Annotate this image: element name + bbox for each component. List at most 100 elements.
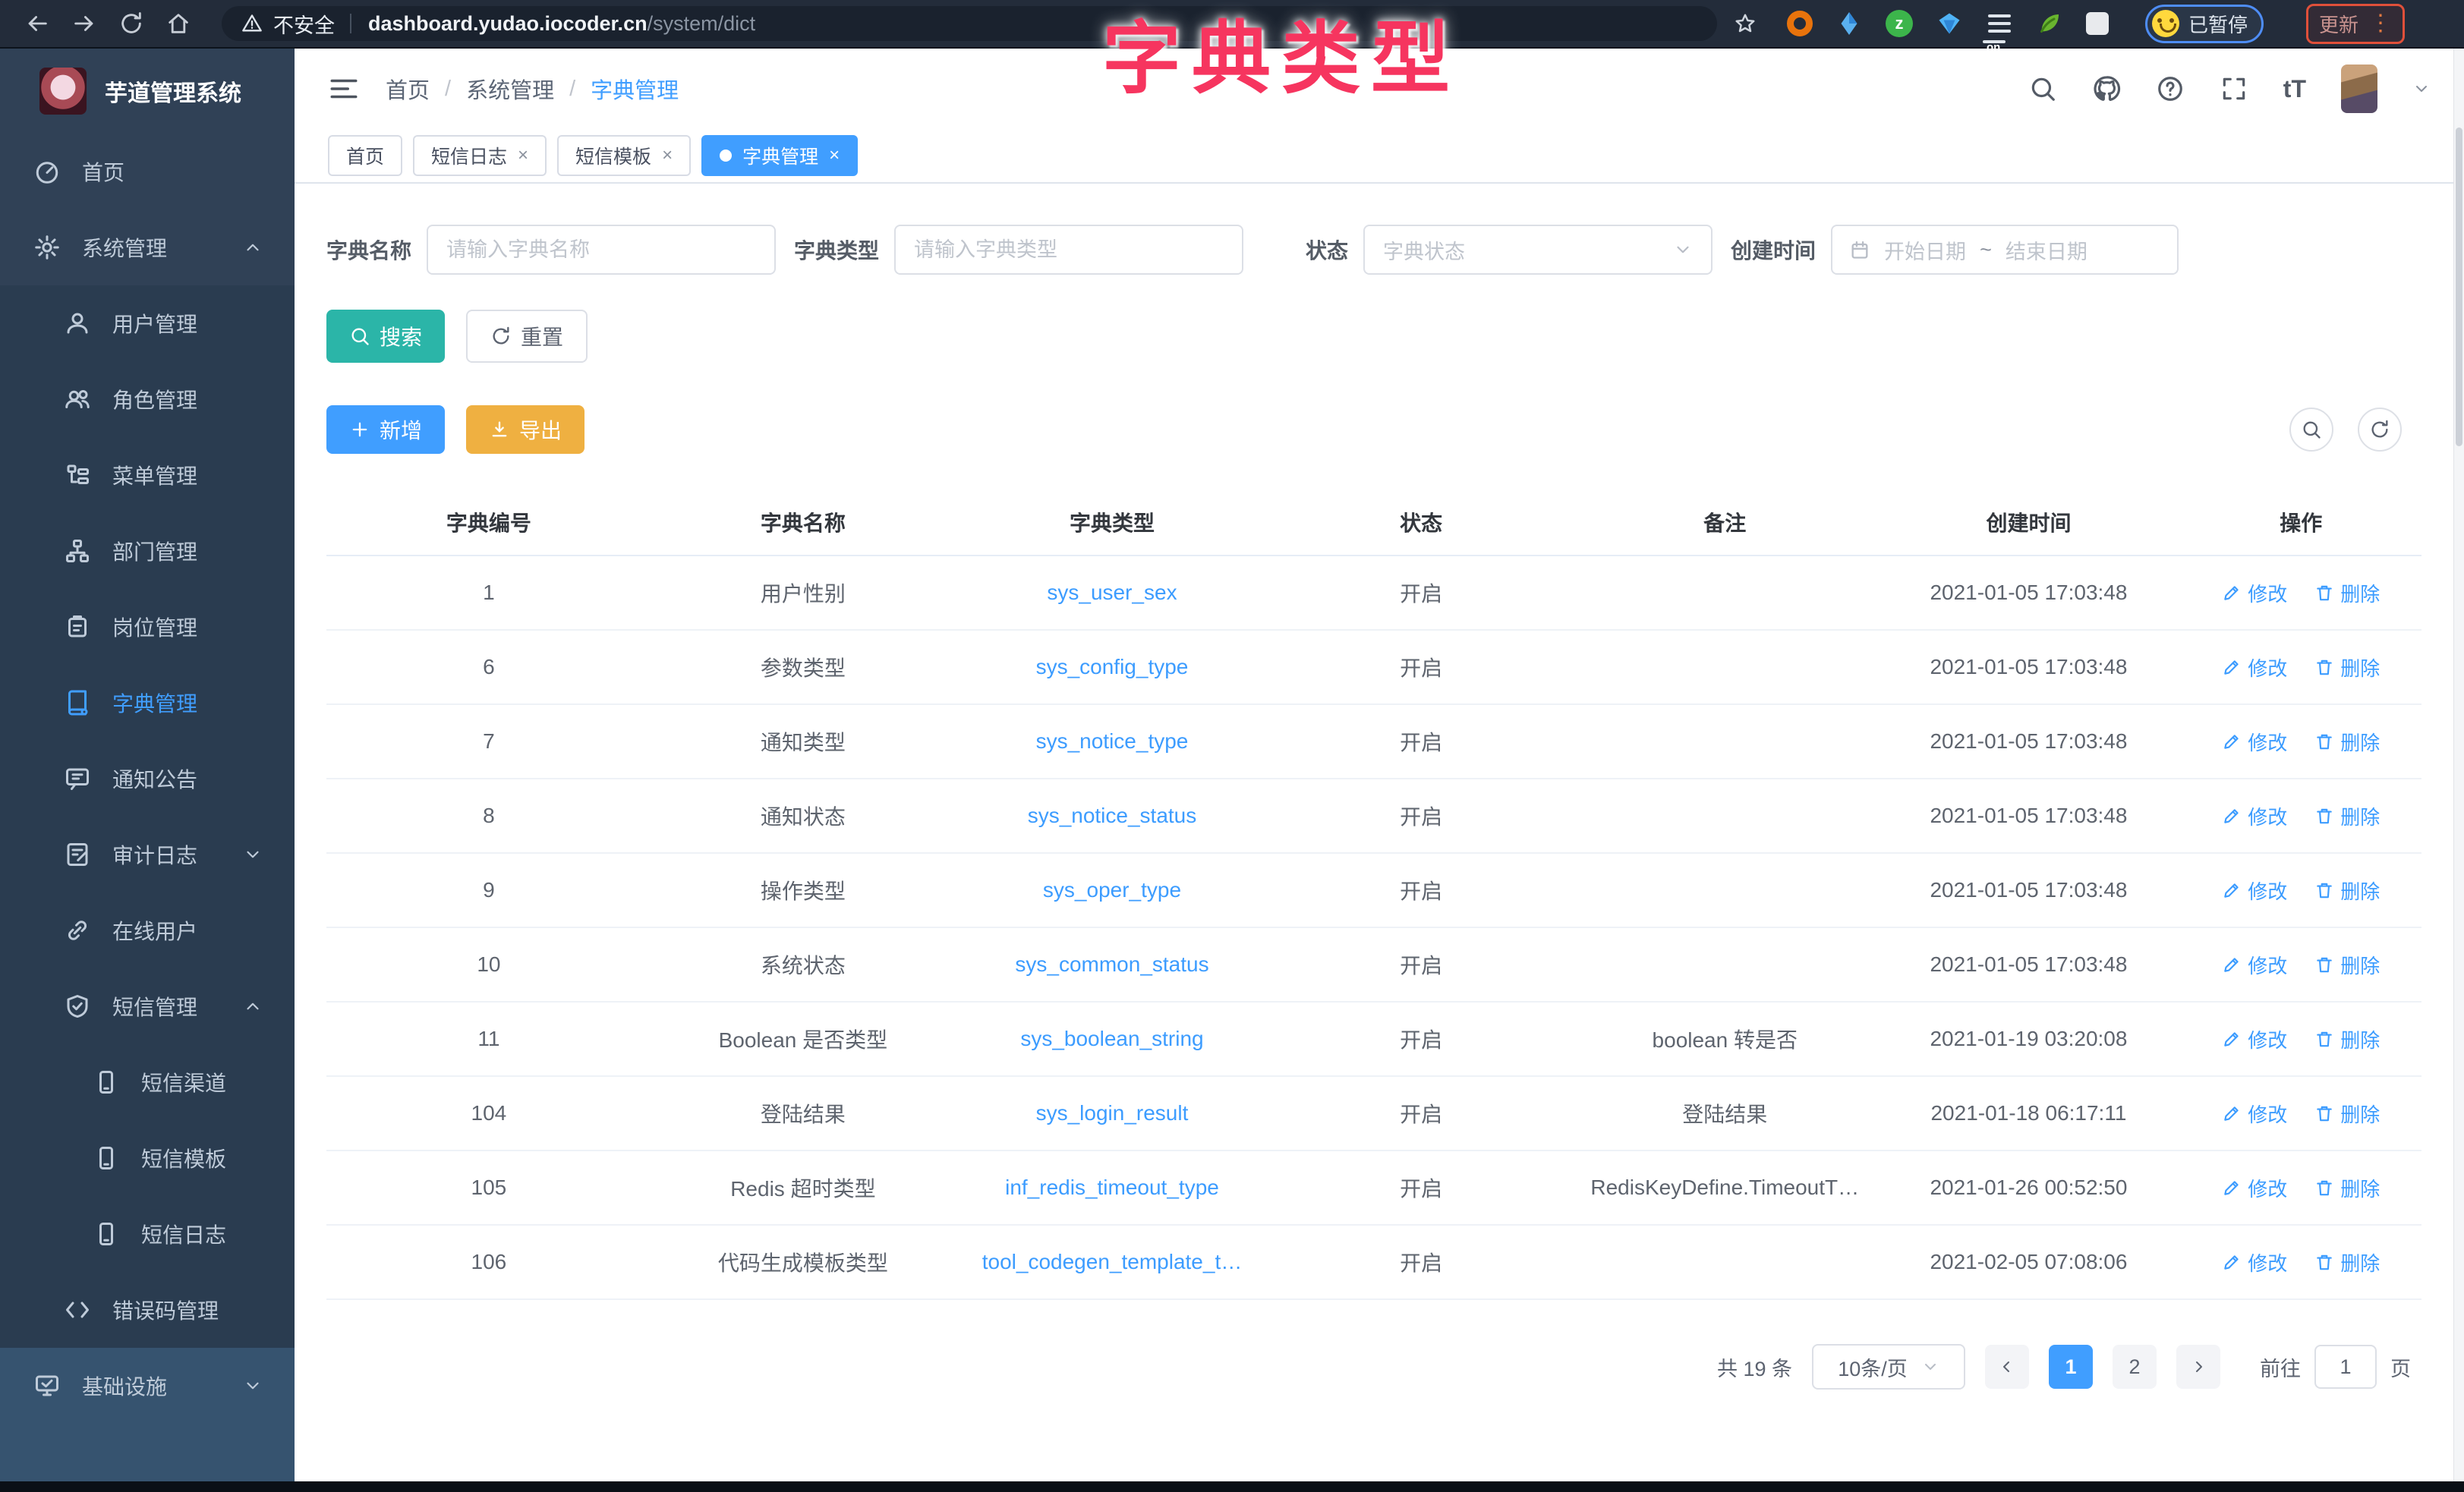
home-icon[interactable] — [155, 5, 202, 42]
sidebar-item-sms-log[interactable]: 短信日志 — [0, 1196, 295, 1272]
delete-action[interactable]: 删除 — [2314, 579, 2380, 607]
close-icon[interactable]: × — [518, 145, 528, 166]
delete-action[interactable]: 删除 — [2314, 1100, 2380, 1128]
caret-down-icon[interactable] — [2412, 80, 2431, 98]
edit-action[interactable]: 修改 — [2222, 877, 2287, 905]
sidebar-item-menus[interactable]: 菜单管理 — [0, 437, 295, 513]
sidebar-item-notices[interactable]: 通知公告 — [0, 741, 295, 817]
edit-action[interactable]: 修改 — [2222, 1100, 2287, 1128]
delete-action[interactable]: 删除 — [2314, 653, 2380, 681]
scrollbar-thumb[interactable] — [2456, 127, 2462, 446]
sidebar-logo-row[interactable]: 芋道管理系统 — [0, 49, 295, 134]
sidebar-item-roles[interactable]: 角色管理 — [0, 361, 295, 437]
dict-type-link[interactable]: inf_redis_timeout_type — [1005, 1176, 1219, 1199]
search-icon[interactable] — [2028, 74, 2057, 103]
tab-home[interactable]: 首页 — [328, 135, 402, 176]
search-button[interactable]: 搜索 — [326, 310, 445, 363]
github-icon[interactable] — [2092, 74, 2121, 103]
delete-action[interactable]: 删除 — [2314, 877, 2380, 905]
sidebar-item-system[interactable]: 系统管理 — [0, 209, 295, 285]
dict-type-link[interactable]: sys_notice_status — [1028, 804, 1197, 827]
fullscreen-icon[interactable] — [2220, 74, 2248, 103]
page-button-1[interactable]: 1 — [2049, 1345, 2093, 1389]
sidebar-item-audit-logs[interactable]: 审计日志 — [0, 817, 295, 892]
sidebar-item-users[interactable]: 用户管理 — [0, 285, 295, 361]
goto-page-input[interactable] — [2314, 1345, 2377, 1389]
delete-action[interactable]: 删除 — [2314, 1174, 2380, 1202]
sidebar-item-infrastructure[interactable]: 基础设施 — [0, 1348, 295, 1424]
back-icon[interactable] — [14, 5, 61, 42]
sidebar-item-departments[interactable]: 部门管理 — [0, 513, 295, 589]
edit-action[interactable]: 修改 — [2222, 951, 2287, 979]
delete-action[interactable]: 删除 — [2314, 728, 2380, 756]
dict-type-link[interactable]: sys_notice_type — [1036, 729, 1189, 753]
next-page-button[interactable] — [2176, 1345, 2220, 1389]
edit-action[interactable]: 修改 — [2222, 653, 2287, 681]
dict-type-input[interactable] — [894, 225, 1243, 275]
dict-type-link[interactable]: tool_codegen_template_t… — [982, 1250, 1242, 1273]
status-select[interactable]: 字典状态 — [1363, 225, 1713, 275]
prev-page-button[interactable] — [1985, 1345, 2029, 1389]
dict-type-link[interactable]: sys_boolean_string — [1020, 1027, 1203, 1050]
reload-icon[interactable] — [108, 5, 155, 42]
tab-sms-log[interactable]: 短信日志× — [413, 135, 547, 176]
edit-action[interactable]: 修改 — [2222, 1174, 2287, 1202]
extension-kite-icon[interactable] — [1835, 10, 1863, 37]
refresh-icon[interactable] — [2358, 408, 2402, 452]
extension-leaf-icon[interactable] — [2036, 10, 2063, 37]
delete-action[interactable]: 删除 — [2314, 1025, 2380, 1053]
extension-list-icon[interactable]: on — [1986, 10, 2013, 37]
address-bar[interactable]: 不安全 dashboard.yudao.iocoder.cn /system/d… — [222, 6, 1717, 41]
extension-orange-icon[interactable] — [1787, 11, 1813, 36]
dict-type-link[interactable]: sys_oper_type — [1043, 878, 1181, 902]
tab-dict[interactable]: 字典管理× — [701, 135, 858, 176]
delete-action[interactable]: 删除 — [2314, 802, 2380, 830]
user-avatar[interactable] — [2341, 65, 2377, 113]
sidebar-item-posts[interactable]: 岗位管理 — [0, 589, 295, 665]
page-size-select[interactable]: 10条/页 — [1812, 1344, 1965, 1390]
profile-paused-badge[interactable]: 已暂停 — [2145, 5, 2264, 43]
delete-action[interactable]: 删除 — [2314, 951, 2380, 979]
date-range-picker[interactable]: 开始日期 ~ 结束日期 — [1831, 225, 2179, 275]
close-icon[interactable]: × — [662, 145, 673, 166]
forward-icon[interactable] — [61, 5, 108, 42]
browser-menu-icon[interactable]: ⋮ — [2369, 12, 2392, 35]
edit-action[interactable]: 修改 — [2222, 728, 2287, 756]
breadcrumb-section[interactable]: 系统管理 — [466, 73, 554, 105]
edit-action[interactable]: 修改 — [2222, 1248, 2287, 1276]
delete-action[interactable]: 删除 — [2314, 1248, 2380, 1276]
edit-action[interactable]: 修改 — [2222, 579, 2287, 607]
sidebar-item-error-codes[interactable]: 错误码管理 — [0, 1272, 295, 1348]
collapse-menu-icon[interactable] — [328, 73, 360, 105]
extension-gem-icon[interactable] — [1936, 10, 1963, 37]
sidebar-item-home[interactable]: 首页 — [0, 134, 295, 209]
sidebar-item-sms[interactable]: 短信管理 — [0, 968, 295, 1044]
sidebar-item-dict[interactable]: 字典管理 — [0, 665, 295, 741]
page-button-2[interactable]: 2 — [2113, 1345, 2157, 1389]
dict-type-link[interactable]: sys_login_result — [1036, 1101, 1189, 1125]
tab-sms-template[interactable]: 短信模板× — [557, 135, 691, 176]
breadcrumb-home[interactable]: 首页 — [386, 73, 430, 105]
reset-button[interactable]: 重置 — [466, 310, 588, 363]
extensions-puzzle-icon[interactable] — [2086, 12, 2109, 35]
extension-green-icon[interactable]: z — [1886, 10, 1913, 37]
add-button[interactable]: 新增 — [326, 405, 445, 454]
dict-type-link[interactable]: sys_common_status — [1015, 952, 1208, 976]
date-start-placeholder[interactable]: 开始日期 — [1884, 235, 1966, 265]
dict-type-link[interactable]: sys_config_type — [1036, 655, 1189, 678]
help-icon[interactable] — [2156, 74, 2185, 103]
dict-name-input[interactable] — [427, 225, 776, 275]
bookmark-star-icon[interactable] — [1734, 12, 1757, 35]
close-icon[interactable]: × — [829, 145, 840, 166]
browser-update-button[interactable]: 更新 ⋮ — [2306, 4, 2405, 44]
scrollbar[interactable] — [2453, 49, 2464, 1481]
edit-action[interactable]: 修改 — [2222, 802, 2287, 830]
dict-type-link[interactable]: sys_user_sex — [1047, 581, 1177, 604]
hide-search-icon[interactable] — [2289, 408, 2333, 452]
date-end-placeholder[interactable]: 结束日期 — [2006, 235, 2087, 265]
font-size-icon[interactable]: tT — [2283, 75, 2306, 103]
sidebar-item-sms-template[interactable]: 短信模板 — [0, 1120, 295, 1196]
sidebar-item-online-users[interactable]: 在线用户 — [0, 892, 295, 968]
sidebar-item-sms-channel[interactable]: 短信渠道 — [0, 1044, 295, 1120]
export-button[interactable]: 导出 — [466, 405, 584, 454]
